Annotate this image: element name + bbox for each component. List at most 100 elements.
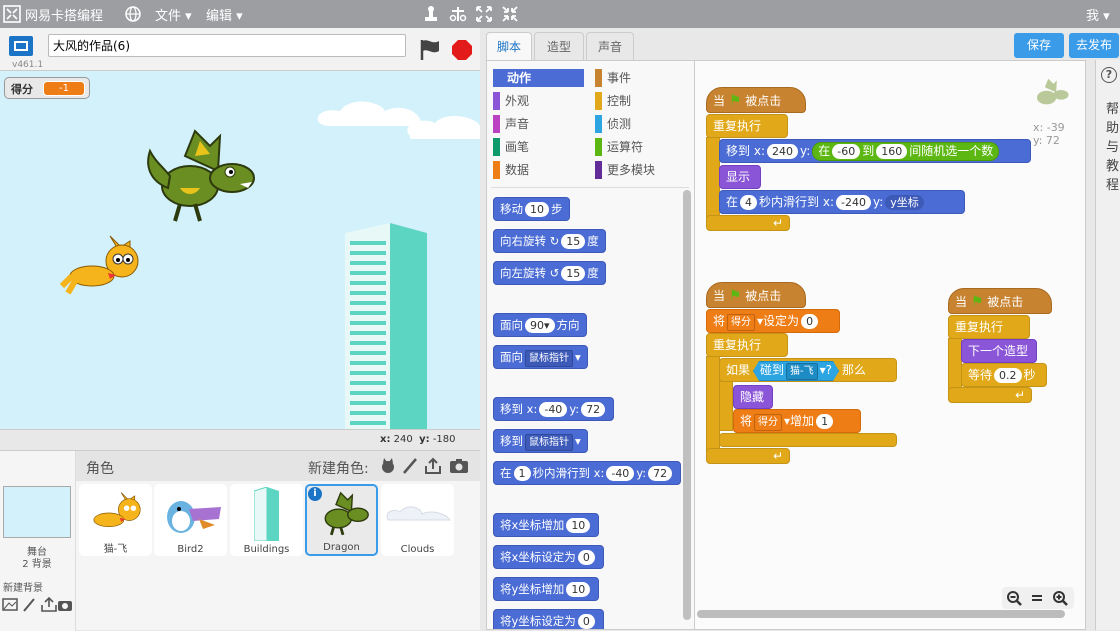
set-variable-block[interactable]: 将得分 ▾设定为 0 [706,309,840,333]
sprite-name: Bird2 [177,544,204,555]
block-palette: 动作 事件 外观 控制 声音 侦测 画笔 运算符 数据 更多模块 移动 10 步 向… [486,60,694,630]
category-motion[interactable]: 动作 [493,69,584,87]
category-operators[interactable]: 运算符 [595,138,687,156]
fullscreen-icon[interactable] [8,35,34,57]
backdrop-paint-icons[interactable] [2,597,74,613]
sprite-thumb-bird2[interactable]: Bird2 [154,484,227,556]
globe-icon[interactable] [124,5,142,23]
edit-menu[interactable]: 编辑 ▾ [206,5,243,24]
category-events[interactable]: 事件 [595,69,687,87]
category-more-blocks[interactable]: 更多模块 [595,161,687,179]
menu-bar: 网易卡搭编程 文件 ▾ 编辑 ▾ 我 ▾ [0,0,1120,28]
tab-sounds[interactable]: 声音 [586,32,634,60]
palette-scrollbar[interactable] [683,190,691,620]
file-menu[interactable]: 文件 ▾ [155,5,192,24]
camera-icon[interactable] [450,459,468,473]
sprite-thumb-buildings[interactable]: Buildings [230,484,303,556]
monitor-score[interactable]: 得分 -1 [4,77,90,99]
duplicate-stamp-icon[interactable] [422,5,440,23]
sprite-thumb-clouds[interactable]: Clouds [381,484,454,556]
if-end [719,433,897,447]
block-change-x[interactable]: 将x坐标增加 10 [493,513,600,537]
project-title-input[interactable] [48,34,406,57]
delete-scissors-icon[interactable] [449,5,467,23]
touching-predicate[interactable]: 碰到 猫-飞 ▾? [753,361,839,381]
help-question-icon[interactable]: ? [1101,67,1117,83]
app-name[interactable]: 网易卡搭编程 [25,5,103,24]
sprite-thumb-dragon-selected[interactable]: i Dragon [305,484,378,556]
block-set-y[interactable]: 将y坐标设定为 0 [493,609,604,629]
category-sound[interactable]: 声音 [493,115,585,133]
building-thumb-icon [254,487,279,541]
block-goto-xy[interactable]: 移到 x: -40 y: 72 [493,397,615,421]
glide-block[interactable]: 在 4 秒内滑行到 x: -240 y: y坐标 [719,190,965,214]
sprite-name: Clouds [400,544,435,555]
shrink-icon[interactable] [501,5,519,23]
category-sensing[interactable]: 侦测 [595,115,687,133]
pick-random-reporter[interactable]: 在 -60 到 160 间随机选一个数 [812,142,1000,161]
block-point-direction[interactable]: 面向 90▾ 方向 [493,313,587,337]
tab-scripts[interactable]: 脚本 [486,32,532,60]
sprite-library-icon[interactable] [379,457,397,475]
forever-end: ↵ [706,448,790,464]
dragon-sprite[interactable] [140,126,260,231]
next-costume-block[interactable]: 下一个造型 [961,339,1037,363]
publish-button[interactable]: 去发布 [1069,33,1119,58]
tab-costumes[interactable]: 造型 [534,32,584,60]
hat-when-flag-clicked[interactable]: 当 ⚑ 被点击 [706,87,806,113]
category-pen[interactable]: 画笔 [493,138,585,156]
change-variable-block[interactable]: 将得分 ▾增加 1 [733,409,861,433]
category-looks[interactable]: 外观 [493,92,585,110]
green-flag-icon: ⚑ [728,93,742,109]
block-turn-right[interactable]: 向右旋转 ↻ 15 度 [493,229,606,253]
backdrop-count: 2 背景 [22,559,52,570]
forever-block[interactable]: 重复执行 [948,315,1030,339]
category-data[interactable]: 数据 [493,161,585,179]
stage-canvas[interactable]: 得分 -1 [0,70,480,430]
forever-block[interactable]: 重复执行 [706,114,788,138]
monitor-value: -1 [43,81,85,96]
if-then-block[interactable]: 如果 碰到 猫-飞 ▾? 那么 [719,358,897,382]
block-point-towards[interactable]: 面向 鼠标指针 ▾ [493,345,588,369]
show-block[interactable]: 显示 [719,165,761,189]
save-button[interactable]: 保存 [1014,33,1064,58]
hat-when-flag-clicked[interactable]: 当 ⚑ 被点击 [706,282,806,308]
goto-random-block[interactable]: 移到 x: 240 y: 在 -60 到 160 间随机选一个数 [719,139,1031,163]
stage-thumbnail[interactable] [3,486,71,538]
scripts-area[interactable]: x: -39 y: 72 当 ⚑ 被点击 重复执行 移到 x: 240 y: 在 -60… [694,60,1086,630]
rotate-cw-icon: ↻ [549,234,560,248]
help-sidebar[interactable]: ? 帮助与教程 [1095,60,1120,630]
zoom-reset-icon[interactable] [1030,591,1044,605]
app-logo-icon[interactable] [3,5,21,23]
grow-icon[interactable] [475,5,493,23]
forever-arm [706,137,720,221]
block-set-x[interactable]: 将x坐标设定为 0 [493,545,604,569]
sprite-thumb-cat[interactable]: 猫-飞 [79,484,152,556]
block-turn-left[interactable]: 向左旋转 ↺ 15 度 [493,261,606,285]
green-flag-icon: ⚑ [970,294,984,310]
zoom-out-icon[interactable] [1006,590,1022,606]
forever-block[interactable]: 重复执行 [706,333,788,357]
hat-when-flag-clicked[interactable]: 当 ⚑ 被点击 [948,288,1052,314]
zoom-in-icon[interactable] [1052,590,1068,606]
block-glide[interactable]: 在 1 秒内滑行到 x: -40 y: 72 [493,461,682,485]
forever-arm [706,356,720,456]
category-control[interactable]: 控制 [595,92,687,110]
stop-sign-icon[interactable] [451,39,473,61]
current-sprite-y: y: 72 [1033,134,1060,147]
block-goto-target[interactable]: 移到 鼠标指针 ▾ [493,429,588,453]
block-change-y[interactable]: 将y坐标增加 10 [493,577,600,601]
stage-header: v461.1 [0,28,480,70]
hide-block[interactable]: 隐藏 [733,385,773,409]
new-backdrop-label: 新建背景 [3,583,43,594]
current-sprite-icon [1036,78,1069,105]
wait-block[interactable]: 等待 0.2 秒 [961,363,1047,387]
scripts-horizontal-scrollbar[interactable] [697,610,1065,618]
upload-sprite-icon[interactable] [424,457,442,475]
y-position-reporter[interactable]: y坐标 [885,195,924,210]
block-move-steps[interactable]: 移动 10 步 [493,197,570,221]
paint-brush-icon[interactable] [402,457,418,475]
green-flag-icon[interactable] [418,38,442,62]
cat-sprite[interactable] [60,231,145,301]
user-menu[interactable]: 我 ▾ [1086,5,1110,24]
